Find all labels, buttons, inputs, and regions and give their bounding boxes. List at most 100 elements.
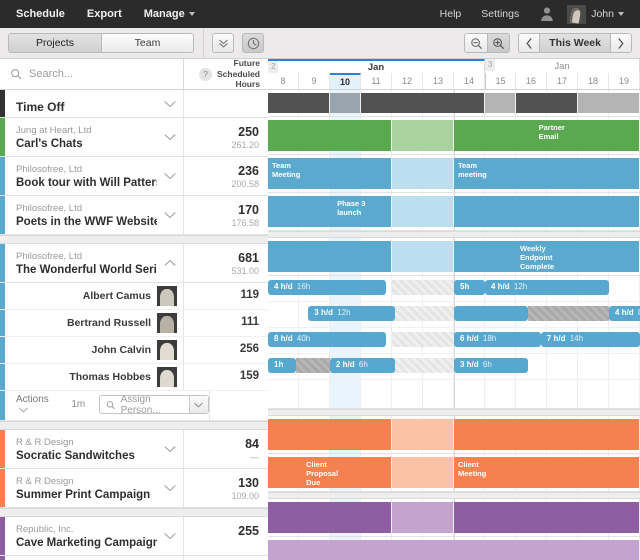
zoom-in-button[interactable]: [487, 34, 509, 53]
nav-item-settings[interactable]: Settings: [471, 8, 529, 20]
timeline-day-9[interactable]: 9: [299, 73, 330, 89]
timeline-bar-labeled[interactable]: Partner Email: [454, 120, 639, 151]
timeline-bar[interactable]: [361, 93, 484, 113]
timeline-bar[interactable]: [392, 241, 453, 272]
timeline-bar[interactable]: [268, 93, 329, 113]
timeline-day-10[interactable]: 10: [330, 73, 361, 89]
nav-item-manage[interactable]: Manage: [133, 0, 206, 28]
search-input[interactable]: [29, 68, 179, 80]
assignment-chip[interactable]: 1h: [268, 358, 296, 373]
timeline-bar-labeled[interactable]: Team meeting: [454, 158, 639, 189]
person-icon-wrap[interactable]: [529, 6, 559, 22]
timeline-day-12[interactable]: 12: [392, 73, 423, 89]
nav-item-help[interactable]: Help: [430, 8, 472, 20]
assignment-row[interactable]: Thomas Hobbes159: [0, 364, 268, 391]
timeline-row[interactable]: [268, 90, 640, 117]
timeline-bar[interactable]: [485, 93, 515, 113]
project-row[interactable]: Philosofree, LtdBook tour with Will Patt…: [0, 157, 268, 196]
nav-item-export[interactable]: Export: [76, 0, 133, 28]
next-week-button[interactable]: [611, 34, 631, 53]
expand-project-button[interactable]: [157, 90, 183, 117]
user-menu[interactable]: John: [591, 8, 630, 20]
project-row[interactable]: Philosofree, LtdPoets in the WWF Website…: [0, 196, 268, 235]
assignment-row[interactable]: Albert Camus119: [0, 283, 268, 310]
tab-team[interactable]: Team: [101, 34, 193, 53]
expand-project-button[interactable]: [157, 469, 183, 507]
expand-project-button[interactable]: [157, 157, 183, 195]
timeline-day-15[interactable]: 15: [485, 73, 516, 89]
expand-project-button[interactable]: [157, 118, 183, 156]
project-row[interactable]: Time Off: [0, 90, 268, 118]
expand-project-button[interactable]: [157, 517, 183, 555]
project-row[interactable]: Philosofree, LtdThe Wonderful World Seri…: [0, 244, 268, 283]
timeline-row[interactable]: [268, 380, 640, 409]
timeline-day-14[interactable]: 14: [454, 73, 485, 89]
timeline-day-18[interactable]: 18: [578, 73, 609, 89]
assignment-chip[interactable]: 3 h/d 12h: [308, 306, 395, 321]
timeline-day-17[interactable]: 17: [547, 73, 578, 89]
avatar[interactable]: [567, 5, 586, 24]
actions-menu-button[interactable]: Actions: [16, 394, 57, 416]
timeline-row[interactable]: Partner Email: [268, 117, 640, 155]
assignment-chip[interactable]: 3 h/d 6h: [454, 358, 528, 373]
project-row[interactable]: R & R DesignSummer Print Campaign130109.…: [0, 469, 268, 508]
assignment-chip[interactable]: 4 h/d 8: [609, 306, 640, 321]
timeline-bar[interactable]: [454, 502, 639, 533]
this-week-button[interactable]: This Week: [539, 34, 611, 53]
project-row[interactable]: Republic, Inc.Cave Painting Website0: [0, 556, 268, 560]
assignment-chip[interactable]: [296, 358, 330, 373]
assignment-chip[interactable]: 4 h/d 12h: [485, 280, 609, 295]
project-row[interactable]: Republic, Inc.Cave Marketing Campaign255: [0, 517, 268, 556]
timeline-bar-labeled[interactable]: Team Meeting: [268, 158, 391, 189]
collapse-project-button[interactable]: [157, 244, 183, 282]
timeline-bar[interactable]: [454, 419, 639, 450]
help-badge[interactable]: ?: [199, 68, 212, 81]
assignment-row[interactable]: John Calvin256: [0, 337, 268, 364]
assign-person-dropdown[interactable]: [189, 396, 208, 413]
timeline-bar[interactable]: [392, 196, 453, 227]
expand-project-button[interactable]: [157, 556, 183, 560]
assignment-row[interactable]: Bertrand Russell111: [0, 310, 268, 337]
project-row[interactable]: R & R DesignSocratic Sandwitches84—: [0, 430, 268, 469]
assignment-timeline-row[interactable]: 4 h/d 16h 5h4 h/d 12h: [268, 276, 640, 302]
timeline-bar-labeled[interactable]: Client Meeting: [454, 457, 639, 488]
timeline-bar[interactable]: [268, 120, 391, 151]
timeline-bar[interactable]: [268, 540, 639, 560]
project-row[interactable]: Jung at Heart, LtdCarl's Chats250261.20: [0, 118, 268, 157]
timeline-bar[interactable]: [578, 93, 639, 113]
timeline-bar[interactable]: [516, 93, 577, 113]
expand-project-button[interactable]: [157, 430, 183, 468]
timeline-row[interactable]: Client Proposal Due Client Meeting: [268, 454, 640, 492]
timeline-row[interactable]: Team Meeting Team meeting: [268, 155, 640, 193]
timeline-bar[interactable]: [392, 419, 453, 450]
assignment-chip[interactable]: 2 h/d 6h: [330, 358, 395, 373]
timeline-bar[interactable]: [268, 502, 391, 533]
timeline-row[interactable]: [268, 416, 640, 454]
timeline-bar-labeled[interactable]: Weekly Endpoint Complete: [454, 241, 639, 272]
timeline-bar[interactable]: [392, 158, 453, 189]
tab-projects[interactable]: Projects: [9, 34, 101, 53]
search-container[interactable]: [0, 59, 183, 89]
timeline-row[interactable]: [268, 537, 640, 560]
assignment-chip[interactable]: 7 h/d 14h: [541, 332, 640, 347]
prev-week-button[interactable]: [519, 34, 539, 53]
assign-person-input[interactable]: Assign Person...: [99, 395, 208, 414]
assignment-chip[interactable]: 4 h/d 16h: [268, 280, 386, 295]
timeline-row[interactable]: Phase 3 launch: [268, 193, 640, 231]
timeline-bar[interactable]: [454, 196, 639, 227]
timeline-bar-labeled[interactable]: Phase 3 launch: [268, 196, 391, 227]
assignment-timeline-row[interactable]: 3 h/d 12h 4 h/d 8: [268, 302, 640, 328]
timeline-day-16[interactable]: 16: [516, 73, 547, 89]
zoom-out-button[interactable]: [465, 34, 487, 53]
timeline-day-19[interactable]: 19: [609, 73, 640, 89]
timeline-bar[interactable]: [392, 120, 453, 151]
timeline-row[interactable]: Weekly Endpoint Complete: [268, 238, 640, 276]
assignment-chip[interactable]: 6 h/d 18h: [454, 332, 541, 347]
timeline-bar[interactable]: [268, 419, 391, 450]
timesheet-clock-button[interactable]: [242, 33, 264, 53]
timeline-bar-labeled[interactable]: Client Proposal Due: [268, 457, 391, 488]
assignment-timeline-row[interactable]: 1h 2 h/d 6h 3 h/d 6h: [268, 354, 640, 380]
assignment-chip[interactable]: [454, 306, 528, 321]
timeline-day-11[interactable]: 11: [361, 73, 392, 89]
assignment-chip[interactable]: 5h: [454, 280, 485, 295]
